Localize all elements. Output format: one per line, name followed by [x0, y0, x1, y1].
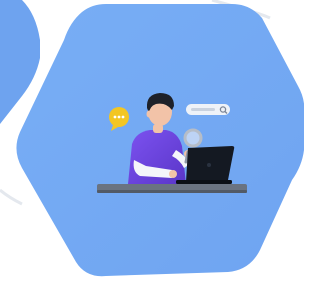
- illustration-canvas: [0, 0, 304, 277]
- desk: [97, 184, 247, 193]
- search-bar-icon: [186, 104, 230, 115]
- decorative-curve-left: [0, 188, 23, 206]
